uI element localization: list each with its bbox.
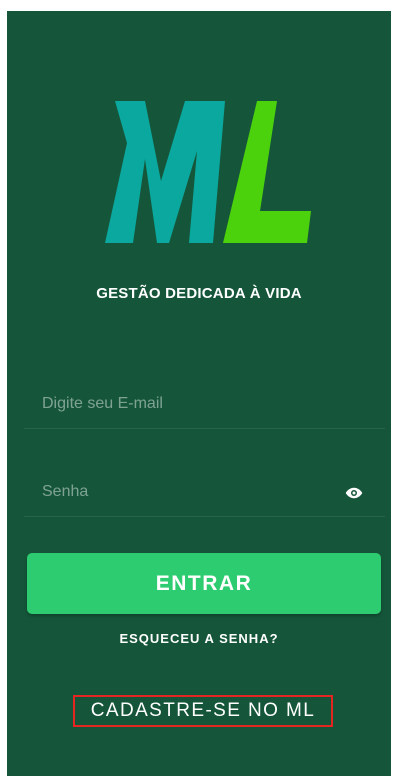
password-field-container [24, 470, 385, 517]
signup-highlight-box: CADASTRE-SE NO ML [73, 695, 333, 727]
tagline: GESTÃO DEDICADA À VIDA [96, 285, 302, 302]
enter-button[interactable]: ENTRAR [27, 553, 381, 614]
password-input[interactable] [42, 478, 332, 506]
ml-logo [105, 101, 311, 243]
email-input[interactable] [42, 390, 332, 418]
logo-m-shape [105, 101, 225, 243]
email-field-container [24, 382, 385, 429]
logo-l-shape [223, 101, 311, 243]
eye-icon[interactable] [345, 484, 363, 502]
forgot-password-link[interactable]: ESQUECEU A SENHA? [7, 631, 391, 646]
signup-link[interactable]: CADASTRE-SE NO ML [75, 697, 331, 725]
login-screen: GESTÃO DEDICADA À VIDA ENTRAR ESQUECEU A… [7, 11, 391, 776]
